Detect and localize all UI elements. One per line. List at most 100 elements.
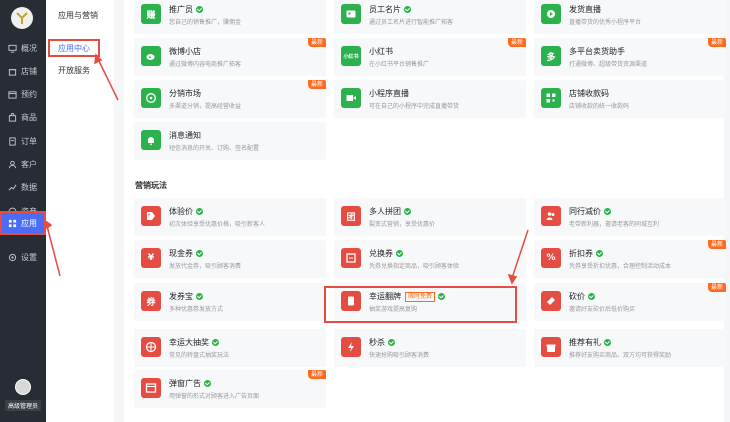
- app-card-desc: 用弹窗的形式对顾客进入广告页面: [169, 393, 260, 400]
- app-card-desc: 打通微博、超级带货资源渠道: [569, 61, 648, 68]
- app-card-title-text: 推荐有礼: [569, 338, 601, 347]
- app-card-card[interactable]: 员工名片通过员工名片进行智能推广拓客: [334, 0, 526, 34]
- app-card-popup[interactable]: 弹窗广告 用弹窗的形式对顾客进入广告页面 最新: [134, 370, 326, 408]
- user-icon: [8, 160, 17, 169]
- check-icon: [588, 293, 595, 300]
- app-card-title-text: 分销市场: [169, 89, 201, 98]
- app-card-title-text: 小程序直播: [369, 89, 409, 98]
- highlight-app-center: [48, 39, 100, 57]
- app-card-desc: 多种优惠券发放方式: [169, 306, 224, 313]
- new-badge: 最新: [707, 283, 726, 292]
- check-icon: [204, 380, 211, 387]
- sidebar-item-monitor[interactable]: 概况: [0, 38, 46, 58]
- bargain-icon: [541, 291, 561, 311]
- app-panel: 赚推广员 您自己的销售推广，赚佣金 员工名片 通过员工名片进行智能推广拓客 发货直播 直播…: [124, 0, 726, 422]
- app-card-coupon[interactable]: 券发券宝 多种优惠券发放方式: [134, 283, 326, 321]
- multi-platform-icon: 多: [541, 46, 561, 66]
- app-card-title: 小程序直播: [369, 88, 409, 99]
- app-card-live[interactable]: 发货直播直播带货的优秀小程序平台: [534, 0, 726, 34]
- discount-icon: %: [541, 248, 561, 268]
- app-card-desc: 凭券享受折扣优惠，合理控制活动成本: [569, 263, 672, 270]
- app-card-title: 多人拼团: [369, 206, 411, 217]
- app-card-group[interactable]: 团多人拼团 裂变式营销，享受优惠价: [334, 198, 526, 236]
- app-card-promoter[interactable]: 赚推广员 您自己的销售推广，赚佣金: [134, 0, 326, 34]
- sidebar-item-calendar[interactable]: 预约: [0, 85, 46, 105]
- app-card-title-text: 砍价: [569, 292, 585, 301]
- app-card-people[interactable]: 同行减价老带新利器，邀请老客的同城互利: [534, 198, 726, 236]
- subnav-title: 应用与营销: [58, 11, 98, 20]
- new-badge: 最新: [307, 80, 326, 89]
- app-card-multi-platform[interactable]: 多多平台卖货助手 打通微博、超级带货资源渠道 最新: [534, 38, 726, 76]
- app-card-qrcode[interactable]: 店铺收款码 店铺收款的统一收款码: [534, 80, 726, 118]
- app-card-title-text: 兑换券: [369, 249, 393, 258]
- app-card-title: 员工名片: [369, 4, 411, 15]
- app-card-desc: 直播带货的优秀小程序平台: [569, 19, 642, 26]
- app-card-flash[interactable]: 秒杀 快速抢购吸引顾客消费: [334, 329, 526, 367]
- app-card-title: 消息通知: [169, 130, 201, 141]
- logo[interactable]: [11, 7, 33, 29]
- app-card-desc: 多渠道分销，提高经营收益: [169, 103, 242, 110]
- sidebar-item-bag[interactable]: 商品: [0, 108, 46, 128]
- app-card-price-tag[interactable]: 体验价 初次体验享受优惠价格，吸引新客人: [134, 198, 326, 236]
- app-card-video[interactable]: 小程序直播 可在自己的小程序中完成直播带货: [334, 80, 526, 118]
- weibo-icon: [141, 46, 161, 66]
- order-icon: [8, 137, 17, 146]
- app-card-wheel[interactable]: 幸运大抽奖 常见的转盘式抽奖玩法: [134, 329, 326, 367]
- check-icon: [404, 208, 411, 215]
- sidebar-item-label: 商品: [21, 113, 37, 123]
- check-icon: [196, 250, 203, 257]
- app-card-exchange-coupon[interactable]: 兑换券凭券兑换指定商品，吸引顾客体验: [334, 240, 526, 278]
- app-card-title-text: 秒杀: [369, 338, 385, 347]
- app-card-title: 微博小店: [169, 46, 201, 57]
- chart-icon: [8, 183, 17, 192]
- bag-icon: [8, 113, 17, 122]
- avatar[interactable]: [15, 379, 31, 395]
- app-card-title: 发货直播: [569, 4, 601, 15]
- check-icon: [604, 339, 611, 346]
- distribution-icon: [141, 88, 161, 108]
- new-badge: 最新: [307, 370, 326, 379]
- app-card-title: 分销市场: [169, 88, 201, 99]
- app-card-title-text: 消息通知: [169, 131, 201, 140]
- app-card-title: 同行减价: [569, 206, 611, 217]
- sub-navigation: 应用与营销 应用中心 开放服务: [46, 0, 115, 422]
- flash-icon: [341, 337, 361, 357]
- sidebar-item-label: 订单: [21, 136, 37, 146]
- subnav-item-open-service[interactable]: 开放服务: [46, 61, 114, 79]
- sidebar-item-store[interactable]: 店铺: [0, 61, 46, 81]
- app-card-title-text: 现金券: [169, 249, 193, 258]
- app-card-bell[interactable]: 消息通知 短信消息的开关、订购、签名配置: [134, 122, 326, 160]
- app-card-cash-coupon[interactable]: ¥ 现金券 发放代金券，吸引顾客消费: [134, 240, 326, 278]
- app-card-discount[interactable]: % 折扣券 凭券享受折扣优惠，合理控制活动成本 最新: [534, 240, 726, 278]
- app-card-title-text: 店铺收款码: [569, 89, 609, 98]
- app-card-desc: 在小红书平台销售推广: [369, 61, 430, 68]
- sidebar-item-label: 数据: [21, 183, 37, 193]
- sidebar-item-chart[interactable]: 数据: [0, 178, 46, 198]
- calendar-icon: [8, 90, 17, 99]
- app-card-weibo[interactable]: 微博小店 通过微博内容电商推广拓客 最新: [134, 38, 326, 76]
- app-card-desc: 老带新利器，邀请老客的同城互利: [569, 221, 660, 228]
- store-icon: [8, 67, 17, 76]
- subnav-item-label: 开放服务: [58, 65, 90, 75]
- app-card-desc: 发放代金券，吸引顾客消费: [169, 263, 242, 270]
- check-icon: [196, 293, 203, 300]
- highlight-lucky-flip: [324, 286, 517, 323]
- sidebar-item-settings[interactable]: 设置: [0, 248, 46, 268]
- app-card-title: 体验价: [169, 206, 203, 217]
- app-card-bargain[interactable]: 砍价 邀请好友砍价后低价购买 最新: [534, 283, 726, 321]
- app-card-title: 秒杀: [369, 337, 395, 348]
- app-card-xhs[interactable]: 小红书 小红书 在小红书平台销售推广 最新: [334, 38, 526, 76]
- sidebar-item-order[interactable]: 订单: [0, 131, 46, 151]
- new-badge: 最新: [707, 240, 726, 249]
- app-card-gift[interactable]: 推荐有礼 推荐好友购买商品、双方均可获得奖励: [534, 329, 726, 367]
- app-card-title-text: 发货直播: [569, 5, 601, 14]
- app-card-distribution[interactable]: 分销市场多渠道分销，提高经营收益 最新: [134, 80, 326, 118]
- app-card-title: 发券宝: [169, 291, 203, 302]
- check-icon: [196, 208, 203, 215]
- sidebar-item-user[interactable]: 客户: [0, 155, 46, 175]
- app-card-desc: 凭券兑换指定商品，吸引顾客体验: [369, 263, 460, 270]
- app-card-title: 兑换券: [369, 248, 403, 259]
- app-card-title-text: 小红书: [369, 47, 393, 56]
- app-card-desc: 通过员工名片进行智能推广拓客: [369, 19, 454, 26]
- app-card-desc: 通过微博内容电商推广拓客: [169, 61, 242, 68]
